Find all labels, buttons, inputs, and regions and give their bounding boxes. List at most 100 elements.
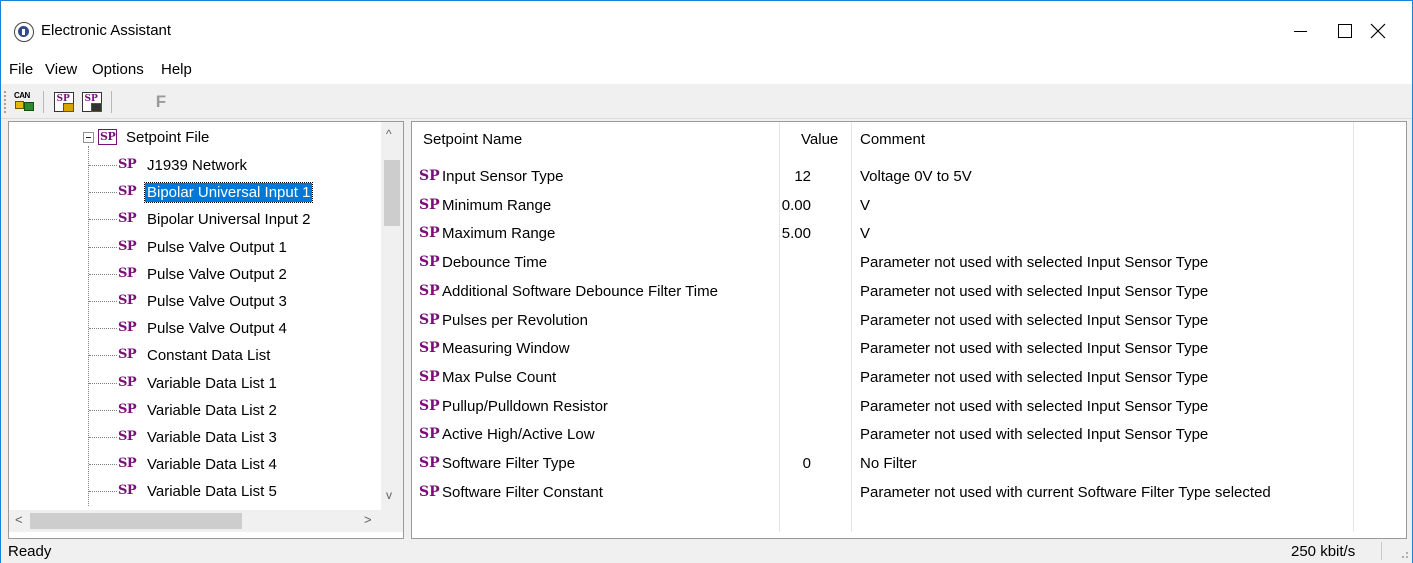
close-button[interactable] — [1355, 10, 1401, 52]
tree-connector — [89, 355, 117, 356]
setpoint-comment: Parameter not used with selected Input S… — [860, 340, 1209, 357]
flash-icon: F — [155, 92, 167, 111]
tree-connector — [89, 437, 117, 438]
tree-vertical-scrollbar[interactable]: ^ v — [381, 122, 403, 510]
scroll-left-icon[interactable]: < — [15, 512, 23, 527]
tree-item[interactable]: Bipolar Universal Input 2 — [145, 210, 312, 229]
setpoint-icon: SP — [419, 225, 440, 241]
setpoint-value[interactable]: 0.00 — [782, 197, 811, 214]
setpoint-name: Measuring Window — [442, 340, 570, 357]
tree-connector — [89, 247, 117, 248]
toolbar-separator — [43, 91, 44, 113]
tree-connector — [89, 464, 117, 465]
setpoint-name: Maximum Range — [442, 225, 556, 242]
tree-item[interactable]: Constant Data List — [145, 346, 272, 365]
tree-root-setpoint-file[interactable]: Setpoint File — [124, 128, 211, 147]
table-row[interactable]: SP Max Pulse Count Parameter not used with… — [412, 363, 1406, 391]
flash-button[interactable]: F — [149, 90, 173, 114]
tree-connector — [89, 192, 117, 193]
maximize-icon — [1338, 24, 1352, 38]
menu-options[interactable]: Options — [92, 61, 144, 78]
tree-item[interactable]: Variable Data List 3 — [145, 428, 279, 447]
table-row[interactable]: SP Additional Software Debounce Filter Ti… — [412, 277, 1406, 305]
open-setpoint-icon: SP — [53, 91, 75, 113]
open-setpoint-button[interactable]: SP — [52, 90, 76, 114]
tree-item[interactable]: J1939 Network — [145, 156, 249, 175]
tree-horizontal-scrollbar[interactable]: < > — [9, 510, 381, 532]
table-row[interactable]: SP Debounce Time Parameter not used with s… — [412, 248, 1406, 276]
setpoint-name: Max Pulse Count — [442, 369, 557, 386]
setpoint-group-icon: SP — [118, 157, 137, 172]
resize-grip-icon[interactable] — [1399, 549, 1409, 559]
menu-bar: File View Options Help — [1, 59, 1412, 84]
status-divider — [1381, 542, 1382, 560]
setpoint-group-icon: SP — [118, 402, 137, 417]
menu-file[interactable]: File — [9, 61, 33, 78]
setpoint-name: Input Sensor Type — [442, 168, 564, 185]
table-row[interactable]: SP Input Sensor Type 12 Voltage 0V to 5V — [412, 162, 1406, 190]
tree-item[interactable]: Variable Data List 1 — [145, 374, 279, 393]
can-connect-button[interactable]: CAN — [13, 90, 37, 114]
setpoint-table: Setpoint Name Value Comment SP Input Sens… — [411, 121, 1407, 539]
close-icon — [1370, 23, 1386, 39]
tree-item[interactable]: Variable Data List 2 — [145, 401, 279, 420]
table-row[interactable]: SP Measuring Window Parameter not used wit… — [412, 334, 1406, 362]
tree-item[interactable]: Pulse Valve Output 2 — [145, 265, 289, 284]
tree-item[interactable]: Pulse Valve Output 4 — [145, 319, 289, 338]
setpoint-group-icon: SP — [118, 293, 137, 308]
table-row[interactable]: SP Software Filter Type 0 No Filter — [412, 449, 1406, 477]
setpoint-name: Additional Software Debounce Filter Time — [442, 283, 718, 300]
setpoint-name: Pullup/Pulldown Resistor — [442, 398, 608, 415]
title-bar: Electronic Assistant — [1, 1, 1412, 59]
setpoint-value[interactable]: 12 — [794, 168, 811, 185]
tree-item[interactable]: Pulse Valve Output 1 — [145, 238, 289, 257]
toolbar-separator — [111, 91, 112, 113]
tree-item[interactable]: Variable Data List 4 — [145, 455, 279, 474]
app-window: Electronic Assistant File View Options H… — [0, 0, 1413, 563]
toolbar: CAN SP SP F — [1, 85, 1412, 119]
menu-help[interactable]: Help — [161, 61, 192, 78]
save-setpoint-button[interactable]: SP — [80, 90, 104, 114]
minimize-button[interactable] — [1277, 10, 1323, 52]
minimize-icon — [1293, 30, 1307, 32]
setpoint-name: Debounce Time — [442, 254, 548, 271]
setpoint-comment: No Filter — [860, 455, 917, 472]
toolbar-grip[interactable] — [4, 91, 7, 113]
table-row[interactable]: SP Pullup/Pulldown Resistor Parameter not … — [412, 392, 1406, 420]
scroll-thumb[interactable] — [384, 160, 400, 226]
tree-connector — [89, 491, 117, 492]
window-title: Electronic Assistant — [41, 22, 172, 39]
tree-item[interactable]: Bipolar Universal Input 1 — [143, 182, 314, 203]
table-row[interactable]: SP Software Filter Constant Parameter not … — [412, 478, 1406, 506]
table-row[interactable]: SP Active High/Active Low Parameter not us… — [412, 420, 1406, 448]
setpoint-value[interactable]: 0 — [803, 455, 811, 472]
scroll-up-icon[interactable]: ^ — [386, 127, 392, 141]
setpoint-comment: Parameter not used with current Software… — [860, 484, 1271, 501]
table-row[interactable]: SP Minimum Range 0.00 V — [412, 191, 1406, 219]
setpoint-group-icon: SP — [118, 320, 137, 335]
column-header-name[interactable]: Setpoint Name — [423, 131, 522, 148]
scroll-right-icon[interactable]: > — [364, 512, 372, 527]
tree-connector — [89, 274, 117, 275]
setpoint-tree[interactable]: SP Setpoint File SP J1939 Network SP Bipola… — [8, 121, 404, 539]
setpoint-comment: Parameter not used with selected Input S… — [860, 283, 1209, 300]
tree-item[interactable]: Variable Data List 5 — [145, 482, 279, 501]
setpoint-name: Software Filter Constant — [442, 484, 603, 501]
bus-speed: 250 kbit/s — [1291, 543, 1356, 560]
setpoint-group-icon: SP — [118, 347, 137, 362]
setpoint-comment: Parameter not used with selected Input S… — [860, 312, 1209, 329]
setpoint-icon: SP — [419, 426, 440, 442]
tree-item[interactable]: Pulse Valve Output 3 — [145, 292, 289, 311]
column-header-value[interactable]: Value — [801, 131, 838, 148]
setpoint-icon: SP — [419, 484, 440, 500]
setpoint-value[interactable]: 5.00 — [782, 225, 811, 242]
collapse-toggle[interactable] — [83, 132, 94, 143]
scroll-down-icon[interactable]: v — [386, 488, 392, 502]
setpoint-icon: SP — [419, 168, 440, 184]
column-header-comment[interactable]: Comment — [860, 131, 925, 148]
setpoint-group-icon: SP — [118, 456, 137, 471]
table-row[interactable]: SP Pulses per Revolution Parameter not use… — [412, 306, 1406, 334]
scroll-thumb[interactable] — [30, 513, 242, 529]
menu-view[interactable]: View — [45, 61, 77, 78]
table-row[interactable]: SP Maximum Range 5.00 V — [412, 219, 1406, 247]
